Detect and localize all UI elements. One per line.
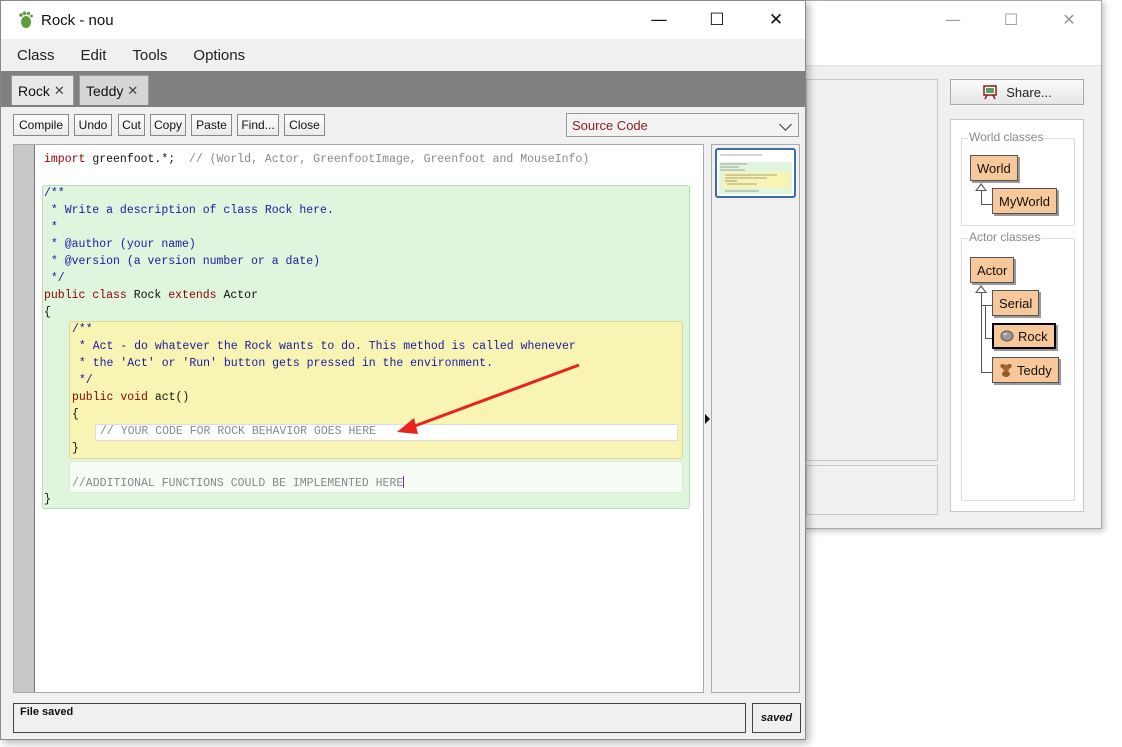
share-button[interactable]: Share... bbox=[950, 79, 1084, 105]
greenfoot-main-window: — ☐ ✕ Share... World classes World MyWor… bbox=[805, 0, 1102, 529]
easel-icon bbox=[983, 85, 997, 100]
class-diagram-panel: World classes World MyWorld Actor classe… bbox=[950, 119, 1084, 512]
main-minimize-button[interactable]: — bbox=[938, 9, 968, 31]
paste-button[interactable]: Paste bbox=[191, 114, 232, 136]
view-select[interactable]: Source Code bbox=[566, 113, 799, 137]
menu-class[interactable]: Class bbox=[17, 47, 55, 64]
tab-close-icon[interactable]: ✕ bbox=[127, 83, 138, 99]
editor-titlebar: Rock - nou — ☐ ✕ bbox=[1, 1, 805, 39]
inheritance-arrow bbox=[975, 285, 987, 293]
teddy-bear-icon bbox=[1000, 364, 1012, 377]
main-titlebar: — ☐ ✕ bbox=[806, 1, 1101, 39]
menubar: Class Edit Tools Options bbox=[1, 39, 805, 71]
saved-indicator: saved bbox=[752, 703, 801, 733]
chevron-down-icon bbox=[779, 118, 792, 131]
actor-classes-label: Actor classes bbox=[968, 230, 1042, 244]
world-view[interactable] bbox=[806, 79, 938, 461]
class-rock[interactable]: Rock bbox=[992, 323, 1056, 349]
share-label: Share... bbox=[1006, 84, 1052, 100]
actor-classes-group: Actor classes Actor Serial Rock Teddy bbox=[961, 230, 1075, 501]
split-pane-arrow-icon[interactable] bbox=[705, 414, 710, 424]
minimap-viewport[interactable] bbox=[715, 148, 796, 198]
maximize-button[interactable]: ☐ bbox=[697, 7, 737, 33]
editor-window: Rock - nou — ☐ ✕ Class Edit Tools Option… bbox=[0, 0, 806, 740]
code-minimap[interactable] bbox=[711, 144, 800, 693]
tab-strip: Rock ✕ Teddy ✕ bbox=[1, 71, 805, 107]
main-maximize-button[interactable]: ☐ bbox=[996, 9, 1026, 31]
class-serial[interactable]: Serial bbox=[992, 290, 1040, 316]
world-classes-group: World classes World MyWorld bbox=[961, 130, 1075, 226]
undo-button[interactable]: Undo bbox=[74, 114, 112, 136]
tab-close-icon[interactable]: ✕ bbox=[54, 83, 65, 99]
class-myworld[interactable]: MyWorld bbox=[992, 188, 1058, 214]
cut-button[interactable]: Cut bbox=[118, 114, 145, 136]
main-close-button[interactable]: ✕ bbox=[1054, 9, 1084, 31]
rock-icon bbox=[1000, 330, 1014, 342]
annotation-arrow-icon bbox=[397, 363, 580, 434]
tab-rock[interactable]: Rock ✕ bbox=[11, 75, 74, 105]
compile-button[interactable]: Compile bbox=[13, 114, 69, 136]
copy-button[interactable]: Copy bbox=[150, 114, 186, 136]
menu-edit[interactable]: Edit bbox=[81, 47, 107, 64]
menu-tools[interactable]: Tools bbox=[132, 47, 167, 64]
inheritance-arrow bbox=[975, 183, 987, 191]
world-controls-panel bbox=[806, 465, 938, 515]
greenfoot-footprint-icon bbox=[19, 11, 33, 28]
world-classes-label: World classes bbox=[968, 130, 1045, 144]
code-editor[interactable]: import greenfoot.*; // (World, Actor, Gr… bbox=[13, 144, 704, 693]
close-window-button[interactable]: ✕ bbox=[756, 7, 796, 33]
main-menubar bbox=[806, 39, 1101, 66]
find-button[interactable]: Find... bbox=[237, 114, 279, 136]
minimap-preview bbox=[719, 154, 792, 194]
view-select-value: Source Code bbox=[572, 117, 648, 133]
status-message: File saved bbox=[13, 703, 746, 733]
class-world[interactable]: World bbox=[970, 155, 1018, 181]
tab-teddy[interactable]: Teddy ✕ bbox=[79, 75, 149, 105]
window-title: Rock - nou bbox=[41, 12, 114, 29]
editor-toolbar: Compile Undo Cut Copy Paste Find... Clos… bbox=[1, 107, 805, 143]
minimize-button[interactable]: — bbox=[639, 7, 679, 33]
class-actor[interactable]: Actor bbox=[970, 257, 1015, 283]
class-teddy[interactable]: Teddy bbox=[992, 357, 1059, 383]
menu-options[interactable]: Options bbox=[193, 47, 245, 64]
close-button[interactable]: Close bbox=[284, 114, 325, 136]
